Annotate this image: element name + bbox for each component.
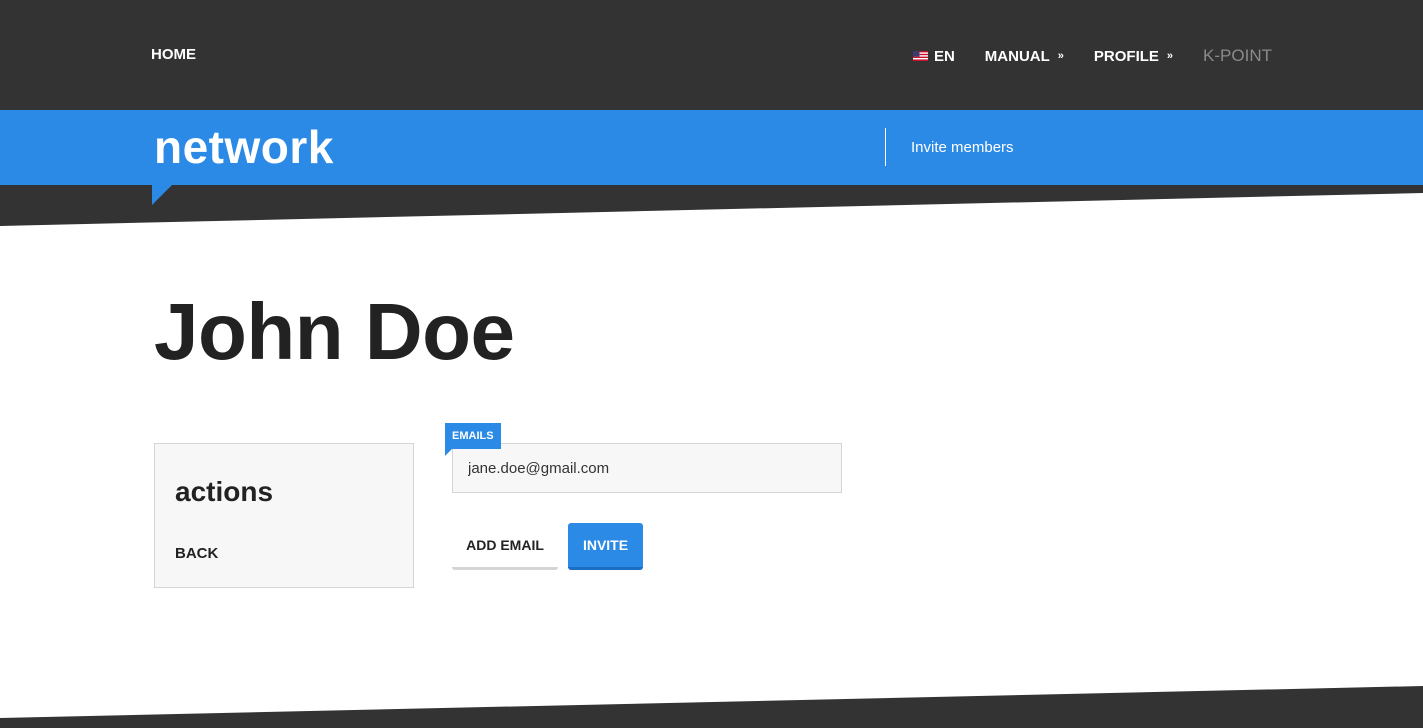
brand-logo[interactable]: K-POINT: [1203, 46, 1272, 66]
top-navigation: HOME EN MANUAL » PROFILE » K-POINT: [0, 0, 1423, 110]
emails-field-label: EMAILS: [445, 423, 501, 449]
nav-manual-label: MANUAL: [984, 47, 1050, 65]
section-header-bar: network Invite members: [0, 110, 1423, 185]
nav-manual-menu[interactable]: MANUAL »: [985, 48, 1064, 65]
header-notch: [152, 185, 172, 205]
nav-home-link[interactable]: HOME: [151, 46, 196, 63]
us-flag-icon: [912, 51, 928, 61]
invite-button[interactable]: INVITE: [568, 523, 643, 570]
invite-members-link[interactable]: Invite members: [911, 139, 1014, 156]
nav-right-group: EN MANUAL » PROFILE » K-POINT: [912, 46, 1272, 66]
page-title: John Doe: [154, 287, 515, 376]
actions-panel: actions BACK: [154, 443, 414, 588]
double-chevron-down-icon: »: [1166, 49, 1174, 62]
language-selector[interactable]: EN: [912, 47, 955, 65]
nav-profile-menu[interactable]: PROFILE »: [1094, 48, 1173, 65]
back-button[interactable]: BACK: [175, 545, 218, 562]
actions-title: actions: [175, 476, 274, 507]
add-email-button[interactable]: ADD EMAIL: [452, 523, 558, 570]
section-title: network: [154, 121, 334, 173]
double-chevron-down-icon: »: [1057, 49, 1064, 62]
field-label-notch: [445, 449, 452, 456]
header-divider: [885, 128, 886, 166]
nav-profile-label: PROFILE: [1093, 47, 1159, 65]
language-label: EN: [933, 47, 955, 65]
email-input[interactable]: [452, 443, 842, 493]
